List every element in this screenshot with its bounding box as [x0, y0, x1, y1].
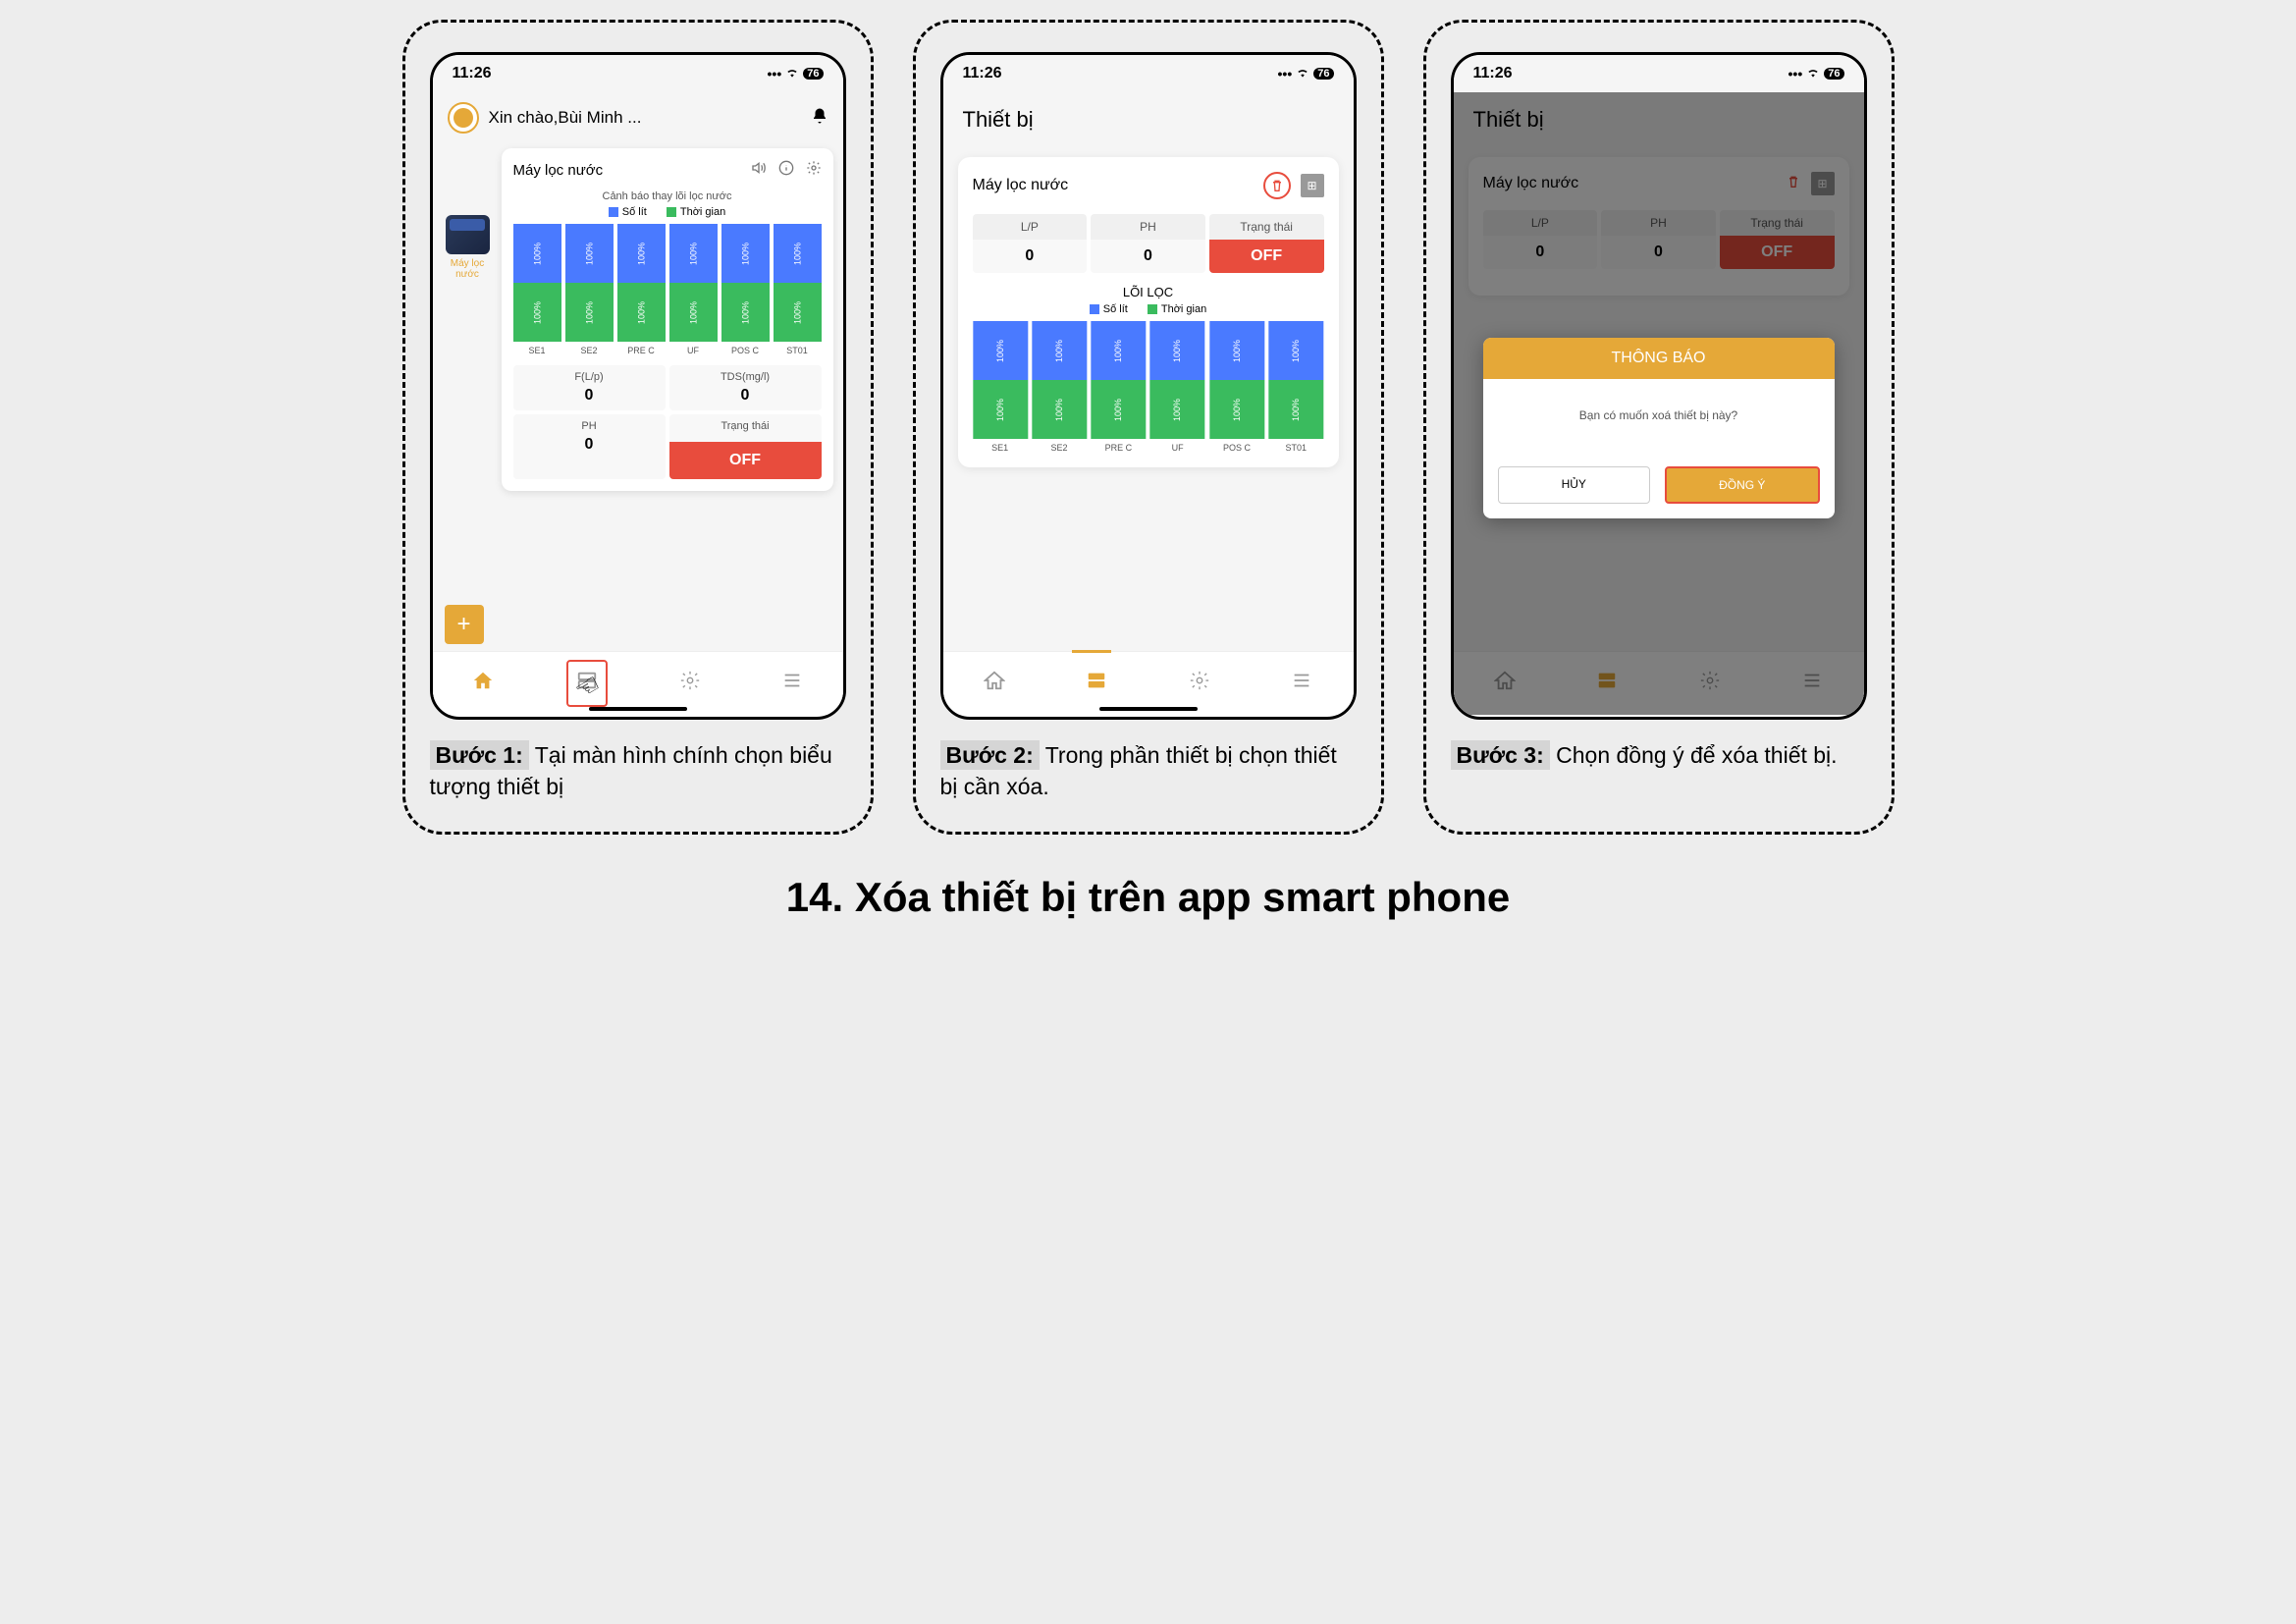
info-icon[interactable]: [778, 160, 794, 181]
status-off: OFF: [669, 442, 822, 479]
loiloc-title: LÕI LỌC: [973, 285, 1324, 299]
filter-bar: 100%100%POS C: [721, 224, 770, 355]
filter-bar: 100%100%SE2: [565, 224, 614, 355]
confirm-modal: THÔNG BÁO Bạn có muốn xoá thiết bị này? …: [1483, 338, 1835, 518]
filter-bar: 100%100%SE2: [1032, 321, 1087, 453]
status-icons: ••• 76: [1278, 66, 1334, 82]
filter-bar: 100%100%PRE C: [1091, 321, 1146, 453]
nav-bar: [943, 651, 1354, 715]
main-title: 14. Xóa thiết bị trên app smart phone: [20, 874, 2276, 921]
signal-icon: •••: [1789, 66, 1803, 81]
sidebar-device[interactable]: Máy lọc nước: [441, 215, 495, 280]
qr-icon[interactable]: ⊞: [1301, 174, 1324, 197]
home-indicator: [589, 707, 687, 711]
cancel-button[interactable]: HỦY: [1498, 466, 1651, 504]
device-image: [446, 215, 490, 254]
filter-bar: 100%100%SE1: [513, 224, 561, 355]
home-header: Xin chào,Bùi Minh ...: [433, 92, 843, 143]
wifi-icon: [785, 66, 799, 82]
battery-icon: 76: [1313, 68, 1333, 80]
step1-caption: Bước 1: Tại màn hình chính chọn biểu tượ…: [430, 739, 846, 802]
modal-message: Bạn có muốn xoá thiết bị này?: [1483, 379, 1835, 452]
status-time: 11:26: [963, 65, 1002, 82]
filter-bar: 100%100%UF: [1149, 321, 1204, 453]
step-3: 11:26 ••• 76 Thiết bị Máy lọc nước ⊞ L/P…: [1423, 20, 1895, 835]
battery-icon: 76: [803, 68, 823, 80]
card-title: Máy lọc nước: [513, 162, 604, 179]
signal-icon: •••: [1278, 66, 1293, 81]
step2-caption: Bước 2: Trong phần thiết bị chọn thiết b…: [940, 739, 1357, 802]
phone-screen-3: 11:26 ••• 76 Thiết bị Máy lọc nước ⊞ L/P…: [1451, 52, 1867, 720]
avatar[interactable]: [448, 102, 479, 134]
nav-menu[interactable]: [774, 662, 811, 705]
home-indicator: [1099, 707, 1198, 711]
nav-home[interactable]: [464, 662, 502, 705]
chart-legend: Số lít Thời gian: [513, 206, 822, 218]
status-time: 11:26: [453, 65, 492, 82]
greeting-text: Xin chào,Bùi Minh ...: [489, 108, 801, 128]
wifi-icon: [1806, 66, 1820, 82]
nav-bar: [433, 651, 843, 715]
status-icons: ••• 76: [1789, 66, 1844, 82]
gear-icon[interactable]: [806, 160, 822, 181]
phone-screen-2: 11:26 ••• 76 Thiết bị Máy lọc nước ⊞ L/P…: [940, 52, 1357, 720]
step3-caption: Bước 3: Chọn đồng ý để xóa thiết bị.: [1451, 739, 1867, 771]
filter-bar: 100%100%SE1: [973, 321, 1028, 453]
nav-devices[interactable]: [1078, 664, 1115, 704]
status-icons: ••• 76: [768, 66, 824, 82]
filter-bar: 100%100%POS C: [1209, 321, 1264, 453]
step-1: 11:26 ••• 76 Xin chào,Bùi Minh ... Máy l…: [402, 20, 874, 835]
bell-icon[interactable]: [811, 107, 828, 130]
confirm-button[interactable]: ĐỒNG Ý: [1665, 466, 1820, 504]
nav-home[interactable]: [976, 662, 1013, 705]
nav-settings[interactable]: [671, 662, 709, 705]
delete-button[interactable]: [1263, 172, 1291, 199]
filter-bar: 100%100%UF: [669, 224, 718, 355]
filter-bar: 100%100%ST01: [1268, 321, 1323, 453]
sound-icon[interactable]: [751, 160, 767, 181]
chart-legend: Số lít Thời gian: [973, 303, 1324, 315]
filter-bar: 100%100%PRE C: [617, 224, 666, 355]
filter-bars: 100%100%SE1100%100%SE2100%100%PRE C100%1…: [513, 224, 822, 355]
battery-icon: 76: [1824, 68, 1843, 80]
phone-screen-1: 11:26 ••• 76 Xin chào,Bùi Minh ... Máy l…: [430, 52, 846, 720]
device-card[interactable]: Máy lọc nước ⊞ L/P0 PH0 Trạng tháiOFF LÕ…: [958, 157, 1339, 467]
filter-bars: 100%100%SE1100%100%SE2100%100%PRE C100%1…: [973, 321, 1324, 453]
modal-title: THÔNG BÁO: [1483, 338, 1835, 379]
nav-settings[interactable]: [1181, 662, 1218, 705]
status-bar: 11:26 ••• 76: [943, 55, 1354, 92]
status-time: 11:26: [1473, 65, 1513, 82]
add-button[interactable]: +: [445, 605, 484, 644]
filter-bar: 100%100%ST01: [774, 224, 822, 355]
page-title: Thiết bị: [943, 92, 1354, 147]
nav-menu[interactable]: [1283, 662, 1320, 705]
status-bar: 11:26 ••• 76: [1454, 55, 1864, 92]
device-card: Máy lọc nước Cảnh báo thay lõi lọc nước …: [502, 148, 833, 491]
signal-icon: •••: [768, 66, 782, 81]
status-off: OFF: [1209, 240, 1324, 273]
stats-grid: F(L/p)0 TDS(mg/l)0 PH0 Trạng tháiOFF: [513, 365, 822, 479]
step-2: 11:26 ••• 76 Thiết bị Máy lọc nước ⊞ L/P…: [913, 20, 1384, 835]
warning-text: Cảnh báo thay lõi lọc nước: [513, 190, 822, 202]
status-bar: 11:26 ••• 76: [433, 55, 843, 92]
stats-row: L/P0 PH0 Trạng tháiOFF: [973, 214, 1324, 273]
card-title: Máy lọc nước: [973, 177, 1069, 194]
wifi-icon: [1296, 66, 1309, 82]
